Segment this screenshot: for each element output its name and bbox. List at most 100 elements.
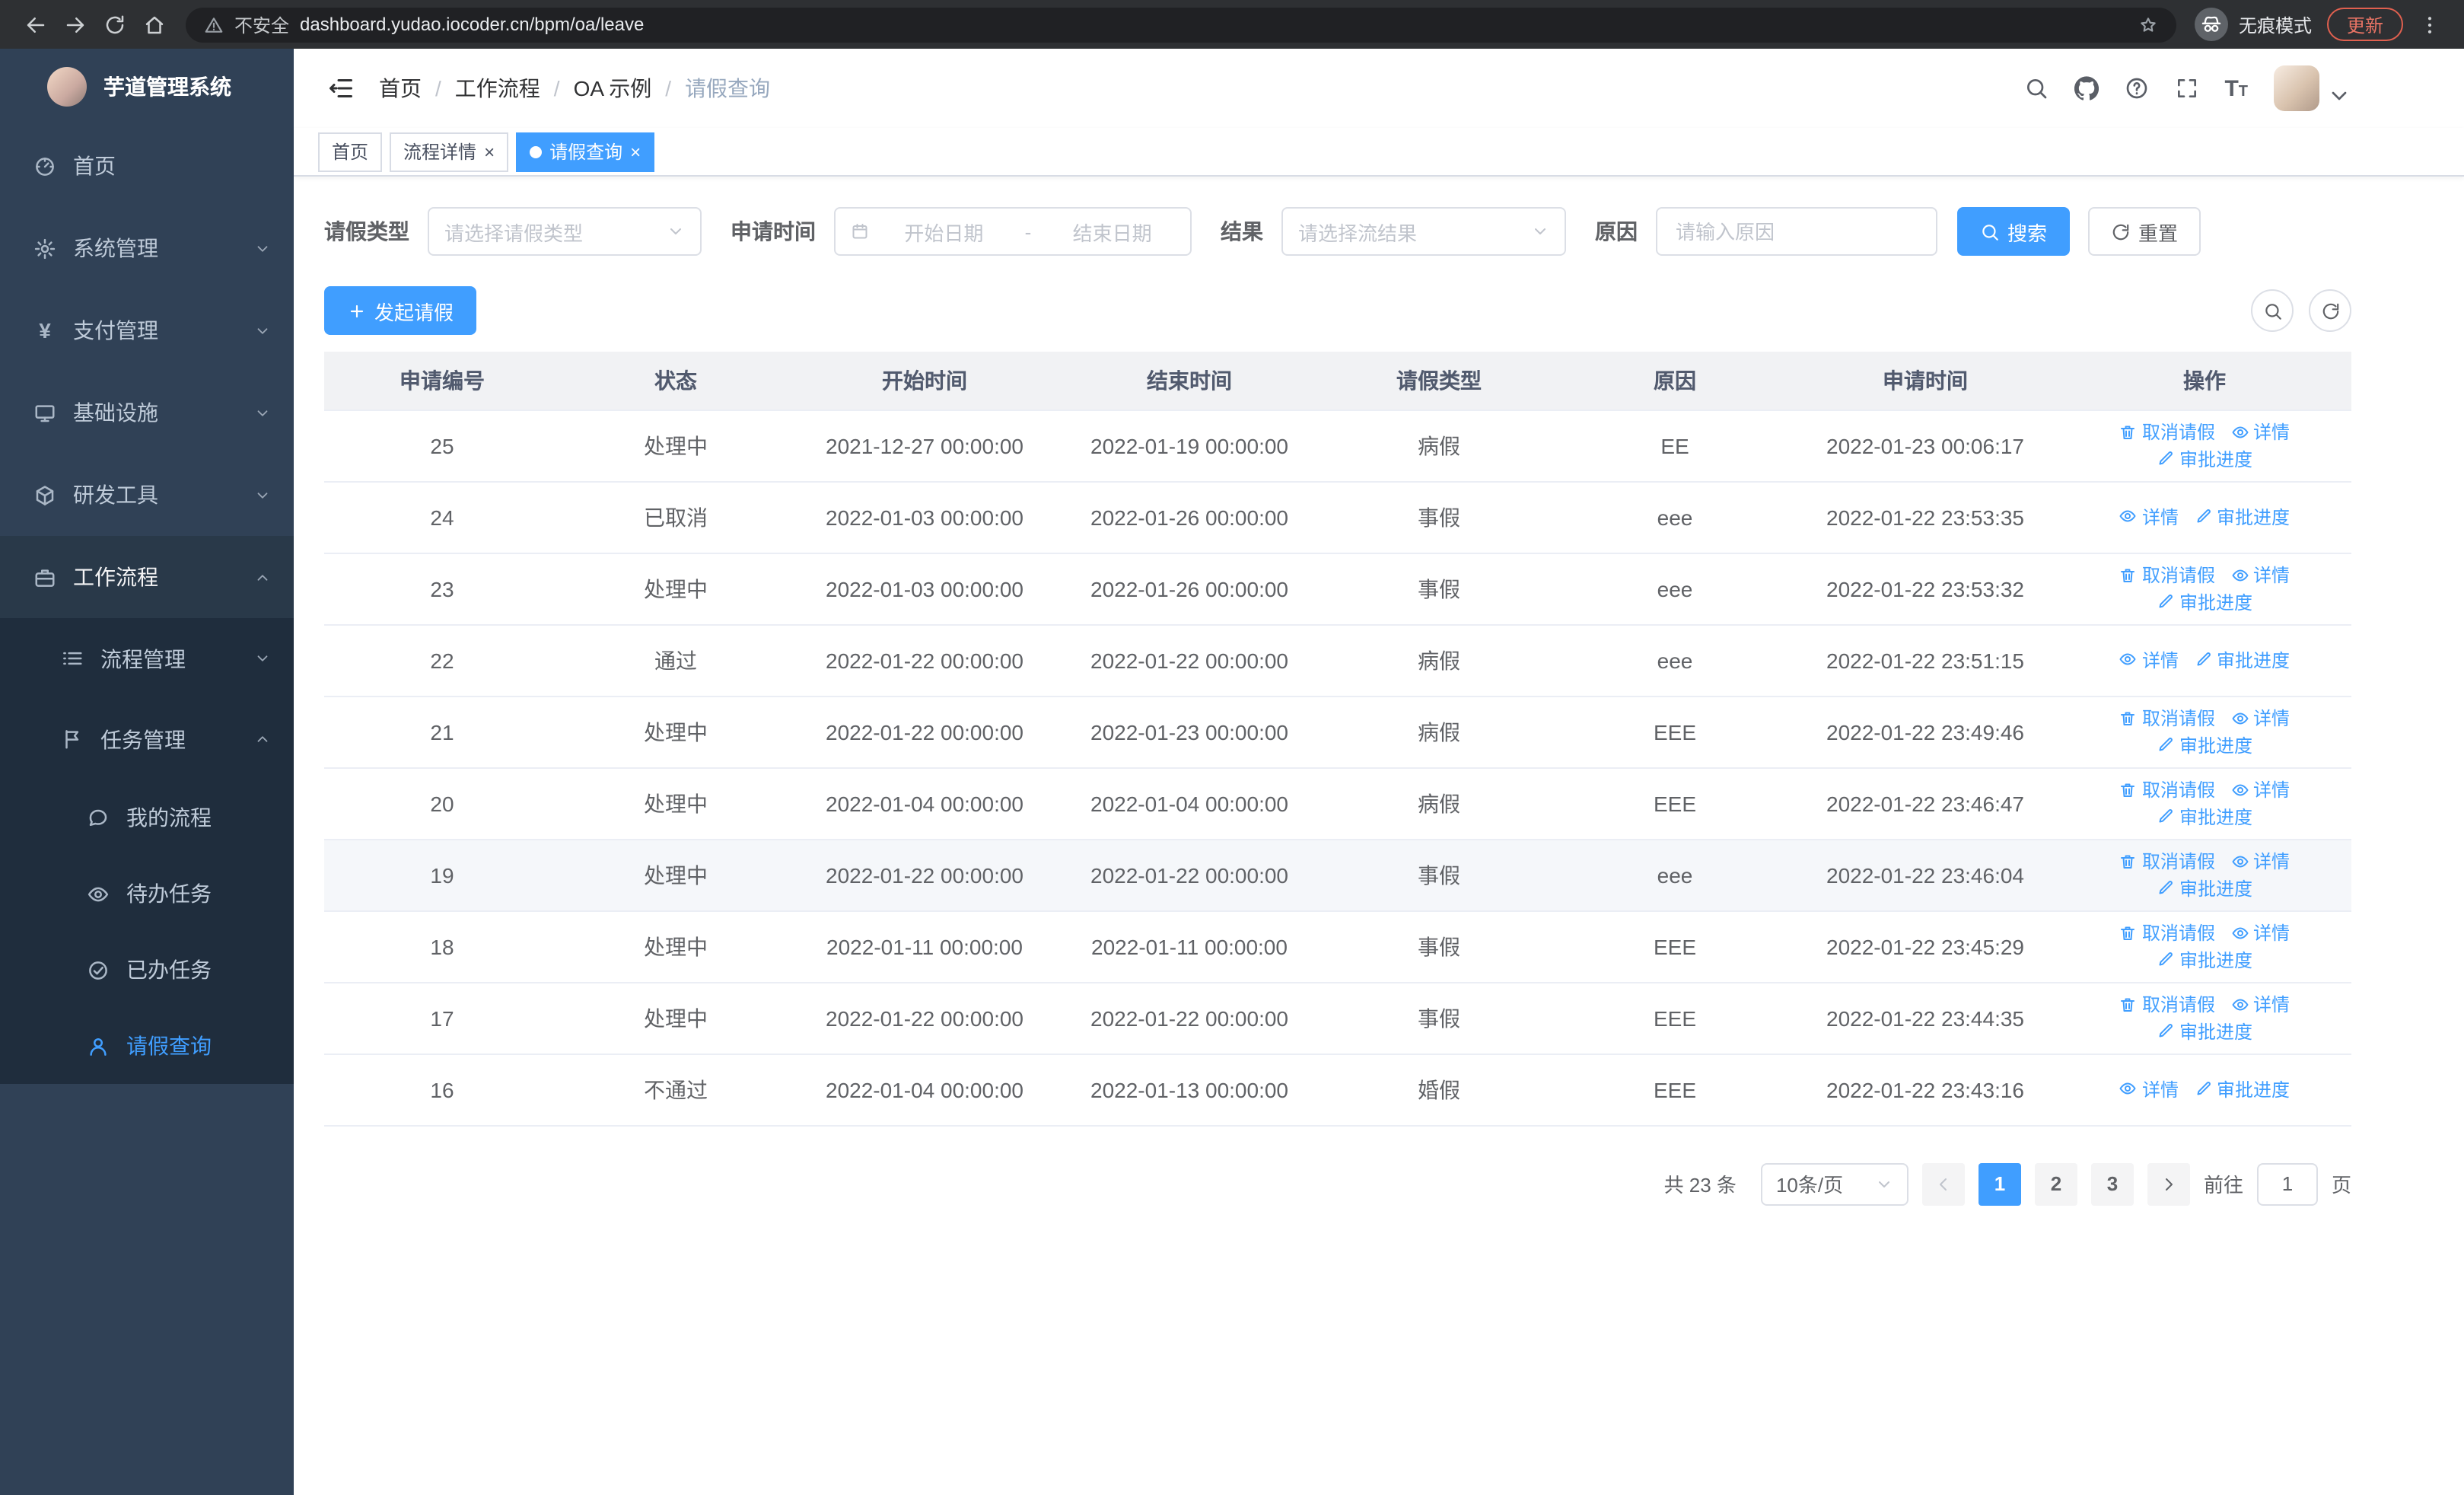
page-size-select[interactable]: 10条/页 bbox=[1760, 1162, 1908, 1205]
sidebar-item-label: 首页 bbox=[73, 154, 116, 178]
sidebar-item-home[interactable]: 首页 bbox=[0, 125, 294, 207]
approval-progress-link[interactable]: 审批进度 bbox=[2157, 875, 2252, 901]
user-menu[interactable] bbox=[2274, 65, 2351, 111]
browser-reload-button[interactable] bbox=[94, 5, 134, 44]
sidebar-item-todo-task[interactable]: 待办任务 bbox=[0, 856, 294, 932]
next-page-button[interactable] bbox=[2147, 1162, 2190, 1205]
bookmark-star-icon[interactable] bbox=[2138, 14, 2158, 34]
avatar[interactable] bbox=[2274, 65, 2319, 111]
browser-menu-button[interactable] bbox=[2409, 5, 2449, 44]
pen-icon bbox=[2157, 592, 2175, 610]
goto-page-input[interactable] bbox=[2256, 1162, 2318, 1205]
approval-progress-link[interactable]: 审批进度 bbox=[2157, 803, 2252, 829]
leave-type-select[interactable]: 请选择请假类型 bbox=[428, 207, 702, 256]
table-row: 17 处理中 2022-01-22 00:00:00 2022-01-22 00:00… bbox=[324, 982, 2351, 1054]
sidebar-item-leave-query[interactable]: 请假查询 bbox=[0, 1008, 294, 1084]
close-tab-icon[interactable]: × bbox=[484, 142, 495, 161]
reset-button[interactable]: 重置 bbox=[2088, 207, 2201, 256]
close-tab-icon[interactable]: × bbox=[630, 142, 641, 161]
detail-link[interactable]: 详情 bbox=[2230, 419, 2290, 445]
cell-applied: 2022-01-22 23:49:46 bbox=[1793, 696, 2058, 768]
apply-time-range-picker[interactable]: 开始日期 - 结束日期 bbox=[834, 207, 1192, 256]
trash-icon bbox=[2119, 422, 2138, 441]
sidebar-item-label: 已办任务 bbox=[126, 958, 212, 982]
breadcrumb-item[interactable]: 工作流程 bbox=[455, 73, 540, 104]
approval-progress-link[interactable]: 审批进度 bbox=[2157, 946, 2252, 972]
detail-link[interactable]: 详情 bbox=[2230, 991, 2290, 1017]
page-button-2[interactable]: 2 bbox=[2034, 1162, 2077, 1205]
breadcrumb-item[interactable]: OA 示例 bbox=[574, 73, 652, 104]
sidebar-item-task-mgmt[interactable]: 任务管理 bbox=[0, 699, 294, 779]
sidebar-fold-icon[interactable] bbox=[327, 75, 355, 102]
cancel-leave-link[interactable]: 取消请假 bbox=[2119, 419, 2215, 445]
leave-type-label: 请假类型 bbox=[324, 219, 409, 244]
eye-icon bbox=[2230, 923, 2249, 942]
create-leave-button[interactable]: 发起请假 bbox=[324, 286, 477, 335]
sidebar-item-label: 基础设施 bbox=[73, 400, 158, 425]
search-button[interactable]: 搜索 bbox=[1957, 207, 2071, 256]
detail-link[interactable]: 详情 bbox=[2230, 920, 2290, 945]
cell-reason: eee bbox=[1557, 481, 1793, 553]
cancel-leave-link[interactable]: 取消请假 bbox=[2119, 991, 2215, 1017]
sidebar-item-workflow[interactable]: 工作流程 bbox=[0, 536, 294, 618]
eye-icon bbox=[2230, 566, 2249, 584]
browser-forward-button[interactable] bbox=[55, 5, 94, 44]
sidebar-item-my-process[interactable]: 我的流程 bbox=[0, 779, 294, 856]
detail-link[interactable]: 详情 bbox=[2230, 705, 2290, 731]
sidebar-item-infrastructure[interactable]: 基础设施 bbox=[0, 371, 294, 454]
chevron-down-icon bbox=[254, 404, 271, 421]
detail-link[interactable]: 详情 bbox=[2119, 647, 2179, 673]
cancel-leave-link[interactable]: 取消请假 bbox=[2119, 776, 2215, 802]
cancel-leave-link[interactable]: 取消请假 bbox=[2119, 562, 2215, 588]
browser-home-button[interactable] bbox=[134, 5, 173, 44]
detail-link[interactable]: 详情 bbox=[2119, 504, 2179, 530]
github-icon[interactable] bbox=[2074, 76, 2099, 100]
sidebar-item-system[interactable]: 系统管理 bbox=[0, 207, 294, 289]
detail-link[interactable]: 详情 bbox=[2230, 562, 2290, 588]
tab-leave-query[interactable]: 请假查询 × bbox=[516, 132, 655, 171]
detail-link[interactable]: 详情 bbox=[2119, 1076, 2179, 1102]
breadcrumb: 首页 / 工作流程 / OA 示例 / 请假查询 bbox=[379, 73, 770, 104]
approval-progress-link[interactable]: 审批进度 bbox=[2157, 445, 2252, 471]
sidebar-item-payment[interactable]: ¥ 支付管理 bbox=[0, 289, 294, 371]
reason-input[interactable] bbox=[1656, 207, 1937, 256]
security-label: 不安全 bbox=[234, 14, 290, 36]
sidebar-item-process-mgmt[interactable]: 流程管理 bbox=[0, 618, 294, 699]
tab-home[interactable]: 首页 bbox=[318, 132, 383, 171]
cell-start: 2022-01-22 00:00:00 bbox=[791, 839, 1058, 911]
table-header-row: 申请编号 状态 开始时间 结束时间 请假类型 原因 申请时间 操作 bbox=[324, 352, 2351, 410]
approval-progress-link[interactable]: 审批进度 bbox=[2157, 588, 2252, 614]
breadcrumb-item[interactable]: 首页 bbox=[379, 73, 422, 104]
prev-page-button[interactable] bbox=[1921, 1162, 1965, 1205]
page-button-3[interactable]: 3 bbox=[2090, 1162, 2134, 1205]
fullscreen-icon[interactable] bbox=[2174, 76, 2198, 100]
approval-progress-link[interactable]: 审批进度 bbox=[2194, 1076, 2290, 1102]
detail-link[interactable]: 详情 bbox=[2230, 776, 2290, 802]
briefcase-icon bbox=[33, 566, 56, 588]
page-button-1[interactable]: 1 bbox=[1978, 1162, 2021, 1205]
refresh-table-button[interactable] bbox=[2309, 289, 2351, 332]
toggle-search-button[interactable] bbox=[2251, 289, 2294, 332]
yen-icon: ¥ bbox=[39, 318, 51, 343]
browser-address-bar[interactable]: 不安全 dashboard.yudao.iocoder.cn/bpm/oa/le… bbox=[186, 7, 2176, 42]
search-icon[interactable] bbox=[2023, 76, 2048, 100]
help-icon[interactable] bbox=[2124, 76, 2148, 100]
kebab-menu-icon bbox=[2418, 13, 2440, 36]
tab-process-detail[interactable]: 流程详情 × bbox=[390, 132, 509, 171]
sidebar-item-devtools[interactable]: 研发工具 bbox=[0, 454, 294, 536]
browser-update-button[interactable]: 更新 bbox=[2326, 8, 2403, 41]
browser-back-button[interactable] bbox=[15, 5, 55, 44]
result-select[interactable]: 请选择流结果 bbox=[1281, 207, 1566, 256]
approval-progress-link[interactable]: 审批进度 bbox=[2194, 504, 2290, 530]
breadcrumb-separator: / bbox=[435, 76, 441, 100]
approval-progress-link[interactable]: 审批进度 bbox=[2157, 1018, 2252, 1044]
approval-progress-link[interactable]: 审批进度 bbox=[2194, 647, 2290, 673]
detail-link[interactable]: 详情 bbox=[2230, 848, 2290, 874]
font-size-icon[interactable]: TT bbox=[2224, 77, 2248, 100]
sidebar-item-done-task[interactable]: 已办任务 bbox=[0, 932, 294, 1008]
cancel-leave-link[interactable]: 取消请假 bbox=[2119, 848, 2215, 874]
cancel-leave-link[interactable]: 取消请假 bbox=[2119, 920, 2215, 945]
approval-progress-link[interactable]: 审批进度 bbox=[2157, 732, 2252, 757]
action-label: 审批进度 bbox=[2179, 806, 2252, 827]
cancel-leave-link[interactable]: 取消请假 bbox=[2119, 705, 2215, 731]
